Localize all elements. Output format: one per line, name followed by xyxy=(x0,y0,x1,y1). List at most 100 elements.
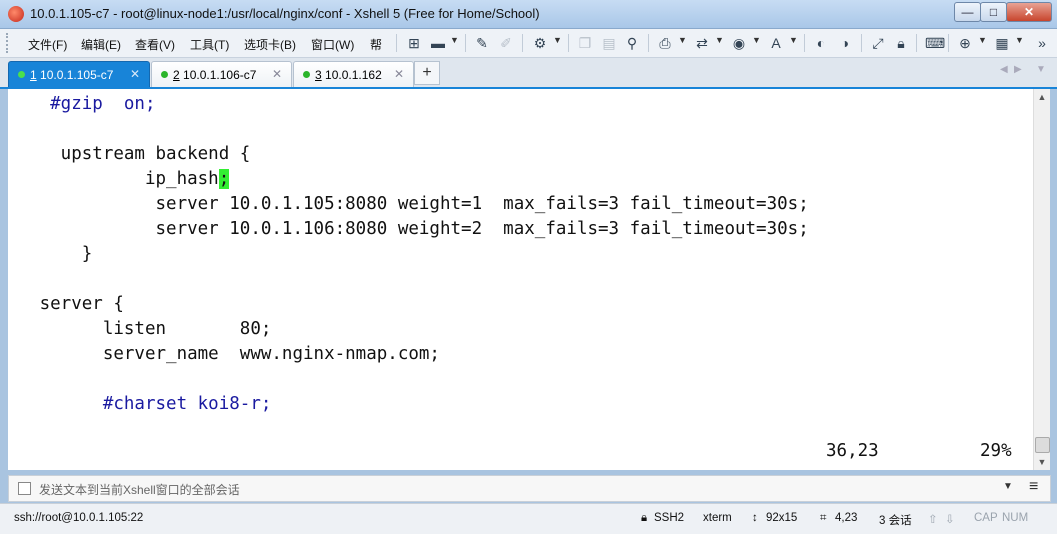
scrollbar-thumb[interactable] xyxy=(1035,437,1050,453)
paste-icon[interactable]: ▤ xyxy=(601,35,617,51)
toolbar-separator xyxy=(522,34,523,52)
toolbar-overflow-icon[interactable]: » xyxy=(1034,35,1050,51)
session-count: 3 会话 xyxy=(879,515,912,527)
find-icon[interactable]: ⚲ xyxy=(624,35,640,51)
tab-number: 2 xyxy=(173,68,180,82)
xftp-icon[interactable]: ◐ xyxy=(813,35,829,51)
terminal-line: server { xyxy=(8,294,124,314)
terminal-line: server_name www.nginx-nmap.com; xyxy=(8,344,440,364)
menu-tools[interactable]: 工具(T) xyxy=(190,36,229,53)
close-tab-icon[interactable]: ✕ xyxy=(272,67,282,81)
new-tab-button[interactable]: + xyxy=(414,61,440,85)
toolbar-separator xyxy=(916,34,917,52)
toolbar-separator xyxy=(804,34,805,52)
menu-edit[interactable]: 编辑(E) xyxy=(81,36,121,53)
chevron-down-icon[interactable]: ▼ xyxy=(715,35,724,45)
chevron-down-icon[interactable]: ▼ xyxy=(1003,481,1013,492)
chevron-down-icon[interactable]: ▼ xyxy=(553,35,562,45)
vertical-scrollbar[interactable]: ▲ ▼ xyxy=(1033,89,1050,470)
terminal-size: 92x15 xyxy=(766,512,798,524)
connected-status-icon xyxy=(303,71,310,78)
menu-toolbar: 文件(F) 编辑(E) 查看(V) 工具(T) 选项卡(B) 窗口(W) 帮 ⊞… xyxy=(0,29,1057,58)
scroll-up-icon[interactable]: ▲ xyxy=(1034,89,1050,105)
arrow-up-icon[interactable]: ⇧ xyxy=(928,512,938,526)
tab-label: 10.0.1.105-c7 xyxy=(40,68,114,82)
resize-icon: ↕ xyxy=(752,512,758,524)
terminal-line: server 10.0.1.105:8080 weight=1 max_fail… xyxy=(8,194,809,214)
minimize-button[interactable]: — xyxy=(954,2,981,22)
print-icon[interactable]: ⎙ xyxy=(657,35,673,51)
chevron-down-icon[interactable]: ▼ xyxy=(1015,35,1024,45)
send-all-checkbox[interactable] xyxy=(18,482,31,495)
xmanager-icon[interactable]: ◑ xyxy=(837,35,853,51)
connected-status-icon xyxy=(161,71,168,78)
scroll-down-icon[interactable]: ▼ xyxy=(1034,454,1050,470)
vim-cursor-position: 36,23 xyxy=(826,441,879,461)
position-icon: ⌗ xyxy=(820,512,827,524)
vim-scroll-percent: 29% xyxy=(980,441,1012,461)
xshell-logo-icon xyxy=(8,6,24,22)
chevron-down-icon[interactable]: ▼ xyxy=(678,35,687,45)
compose-input[interactable]: 发送文本到当前Xshell窗口的全部会话 xyxy=(39,481,240,498)
title-bar: 10.0.1.105-c7 - root@linux-node1:/usr/lo… xyxy=(0,0,1057,29)
maximize-button[interactable]: □ xyxy=(980,2,1007,22)
terminal-area[interactable]: 36,23 29% #gzip on; upstream backend { i… xyxy=(8,89,1033,470)
copy-icon[interactable]: ❐ xyxy=(577,35,593,51)
lock-icon[interactable]: 🔒︎ xyxy=(893,35,909,51)
menu-window[interactable]: 窗口(W) xyxy=(311,36,354,53)
globe-icon[interactable]: ◉ xyxy=(731,35,747,51)
connection-string: ssh://root@10.0.1.105:22 xyxy=(14,512,144,524)
toolbar-separator xyxy=(861,34,862,52)
menu-view[interactable]: 查看(V) xyxy=(135,36,175,53)
terminal-line: listen 80; xyxy=(8,319,272,339)
disconnect-icon[interactable]: ✐ xyxy=(498,35,514,51)
terminal-line: } xyxy=(8,244,93,264)
cursor-position: 4,23 xyxy=(835,512,858,524)
close-tab-icon[interactable]: ✕ xyxy=(394,67,404,81)
toolbar-separator xyxy=(396,34,397,52)
close-tab-icon[interactable]: ✕ xyxy=(130,67,140,81)
tab-scroll-left-icon[interactable]: ◀ xyxy=(1000,64,1008,75)
layout-icon[interactable]: ▦ xyxy=(994,35,1010,51)
tab-label: 10.0.1.162 xyxy=(325,68,382,82)
terminal-line: upstream backend { xyxy=(8,144,251,164)
toolbar-separator xyxy=(465,34,466,52)
menu-icon[interactable]: ≡ xyxy=(1029,478,1038,496)
tab-scroll-right-icon[interactable]: ▶ xyxy=(1014,64,1022,75)
terminal-line: #gzip on; xyxy=(8,94,156,114)
tab-session-1[interactable]: 1 10.0.1.105-c7 ✕ xyxy=(8,61,150,87)
properties-icon[interactable]: ⚙ xyxy=(532,35,548,51)
protocol-label: SSH2 xyxy=(654,512,685,524)
keyboard-icon[interactable]: ⌨ xyxy=(925,35,945,51)
toolbar-separator xyxy=(648,34,649,52)
arrow-down-icon[interactable]: ⇩ xyxy=(945,512,955,526)
chevron-down-icon[interactable]: ▼ xyxy=(752,35,761,45)
caps-lock-indicator: CAP xyxy=(974,512,998,524)
compose-bar: 发送文本到当前Xshell窗口的全部会话 ▼ ≡ xyxy=(8,475,1051,502)
reconnect-icon[interactable]: ✎ xyxy=(474,35,490,51)
toolbar-separator xyxy=(568,34,569,52)
tab-session-3[interactable]: 3 10.0.1.162 ✕ xyxy=(293,61,414,87)
chevron-down-icon[interactable]: ▼ xyxy=(789,35,798,45)
terminal-cursor: ; xyxy=(218,169,230,189)
fullscreen-icon[interactable]: ⤢ xyxy=(870,35,886,51)
menu-file[interactable]: 文件(F) xyxy=(28,36,67,53)
chevron-down-icon[interactable]: ▼ xyxy=(450,35,459,45)
window-title: 10.0.1.105-c7 - root@linux-node1:/usr/lo… xyxy=(30,6,540,21)
menu-help[interactable]: 帮 xyxy=(370,36,382,53)
open-folder-icon[interactable]: ▬ xyxy=(430,35,446,51)
transfer-icon[interactable]: ⇄ xyxy=(694,35,710,51)
toolbar-grip[interactable] xyxy=(6,33,11,53)
terminal-type: xterm xyxy=(703,512,732,524)
chevron-down-icon[interactable]: ▼ xyxy=(978,35,987,45)
num-lock-indicator: NUM xyxy=(1002,512,1029,524)
font-icon[interactable]: A xyxy=(768,35,784,51)
tab-label: 10.0.1.106-c7 xyxy=(183,68,257,82)
connected-status-icon xyxy=(18,71,25,78)
add-icon[interactable]: ⊕ xyxy=(957,35,973,51)
new-session-icon[interactable]: ⊞ xyxy=(406,35,422,51)
menu-tab[interactable]: 选项卡(B) xyxy=(244,36,296,53)
tab-session-2[interactable]: 2 10.0.1.106-c7 ✕ xyxy=(151,61,292,87)
close-button[interactable]: ✕ xyxy=(1006,2,1052,22)
tab-list-icon[interactable]: ▼ xyxy=(1036,64,1046,75)
